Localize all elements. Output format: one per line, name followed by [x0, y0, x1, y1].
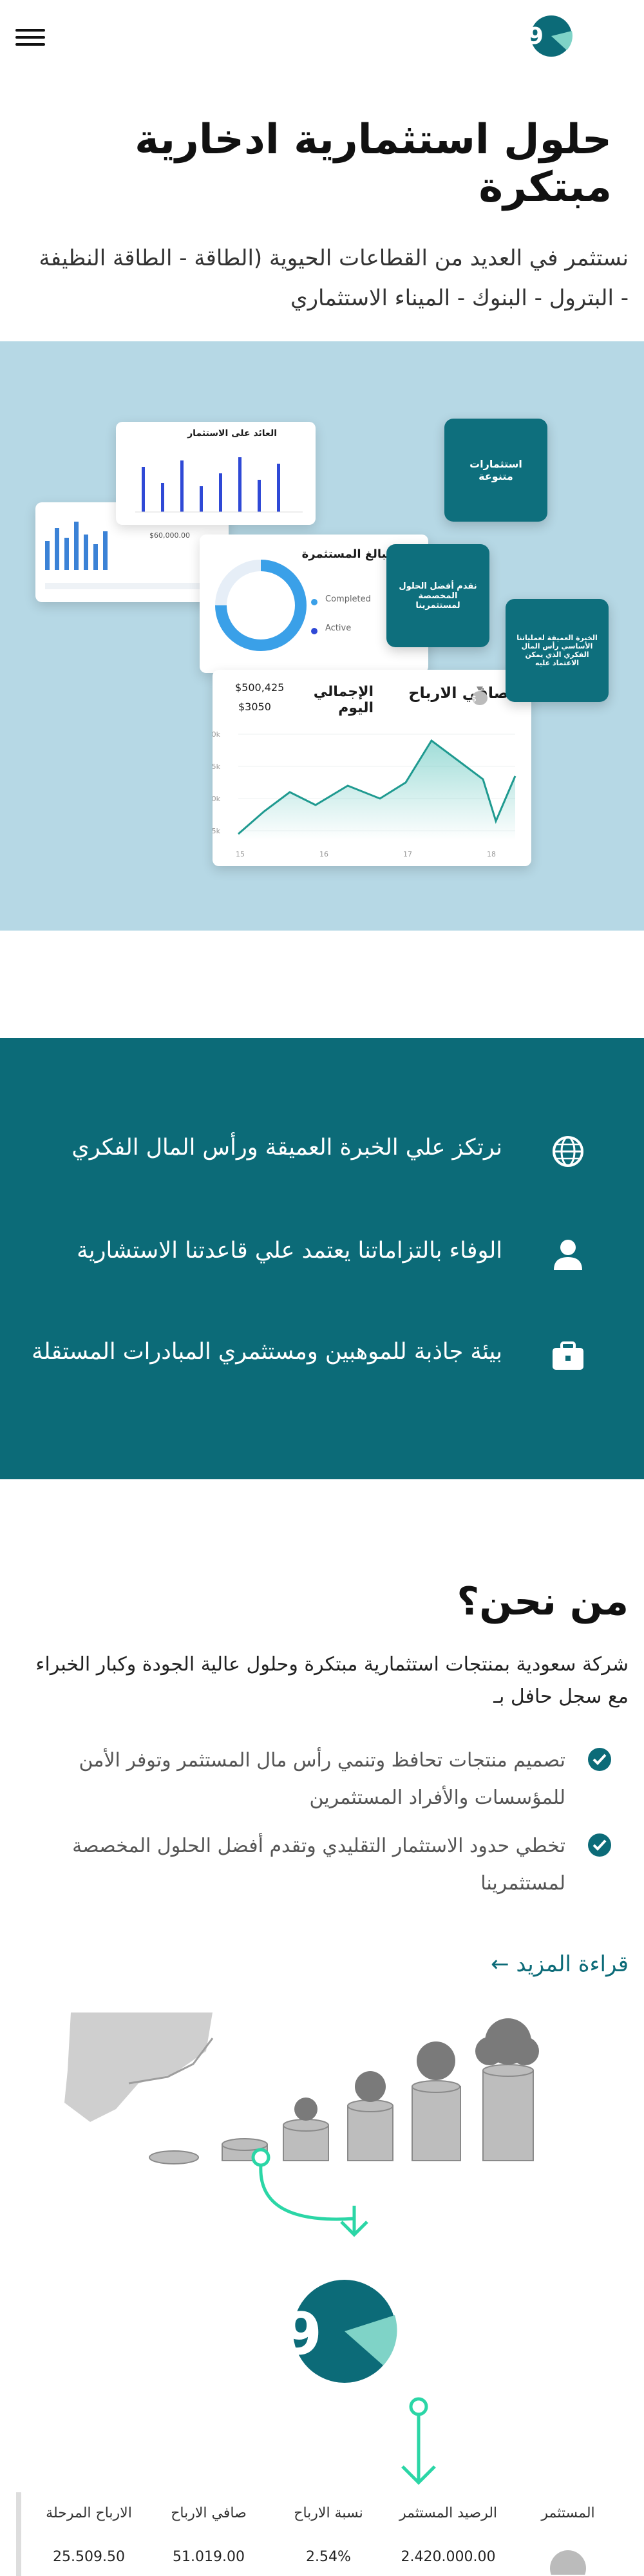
about-point-1-line2: للمؤسسات والأفراد المستثمرين [309, 1786, 565, 1809]
hero-title: حلول استثمارية ادخارية مبتكرة [135, 116, 612, 211]
about-point-1-line1: تصميم منتجات تحافظ وتنمي رأس مال المستثم… [79, 1749, 565, 1772]
savings-illustration: 9 [0, 2012, 644, 2576]
about-desc-line1: شركة سعودية بمنتجات استثمارية مبتكرة وحل… [35, 1653, 629, 1676]
table-header-cell: الارباح المرحلة [46, 2505, 132, 2521]
y-tick-2: 15k [213, 762, 221, 771]
best-solutions-card: نقدم أفضل الحلول المخصصة لمستثمرينا [386, 544, 489, 647]
expertise-text: الخبرة العميقة لعملياتنا الأساسي رأس الم… [516, 634, 598, 667]
svg-text:$: $ [471, 694, 477, 703]
feature-item-3: بيئة جاذبة للموهبين ومستثمري المبادرات ا… [32, 1331, 612, 1383]
total-today-value2: $3050 [238, 701, 271, 713]
table-header: المستثمر الرصيد المستثمر نسبة الارباح صا… [29, 2505, 628, 2521]
y-tick-3: 10k [213, 795, 221, 803]
table-cell: 2.54% [306, 2549, 351, 2565]
about-desc-line2: مع سجل حافل بـ [493, 1685, 629, 1708]
net-profit-label: صافي الارباح [408, 684, 509, 702]
features-section: نرتكز علي الخبرة العميقة ورأس المال الفك… [0, 1038, 644, 1479]
table-header-cell: صافي الارباح [171, 2505, 247, 2521]
about-description: شركة سعودية بمنتجات استثمارية مبتكرة وحل… [10, 1649, 629, 1713]
hero-subtitle: نستثمر في العديد من القطاعات الحيوية (ال… [10, 238, 629, 318]
investment-return-title: العائد على الاستثمار [187, 428, 277, 439]
y-tick-1: 20k [213, 730, 221, 739]
x-tick-2: 16 [319, 850, 328, 858]
best-solutions-text: نقدم أفضل الحلول المخصصة لمستثمرينا [399, 581, 477, 611]
check-circle-icon [588, 1748, 611, 1771]
investment-return-card: العائد على الاستثمار [116, 422, 316, 525]
table-header-cell: نسبة الارباح [294, 2505, 363, 2521]
about-point-1: تصميم منتجات تحافظ وتنمي رأس مال المستثم… [19, 1742, 612, 1817]
globe-icon [553, 1136, 583, 1167]
table-header-cell: الرصيد المستثمر [399, 2505, 498, 2521]
hero-subtitle-line1: نستثمر في العديد من القطاعات الحيوية (ال… [39, 245, 629, 271]
about-point-2-line1: تخطي حدود الاستثمار التقليدي وتقدم أفضل … [72, 1835, 565, 1857]
diverse-investments-text: استثمارات متنوعة [469, 458, 522, 482]
about-title: من نحن؟ [457, 1579, 629, 1624]
x-tick-4: 18 [487, 850, 496, 858]
check-circle-icon [588, 1833, 611, 1857]
hero-illustration: $60,000.00 العائد على الاستثمار المبالغ … [0, 341, 644, 931]
x-tick-1: 15 [236, 850, 245, 858]
brand-logo-icon[interactable]: 9 [529, 14, 573, 58]
gauge-value: $60,000.00 [149, 531, 190, 540]
hero-subtitle-line2: - البترول - البنوك - الميناء الاستثماري [290, 285, 629, 311]
svg-text:9: 9 [281, 2300, 322, 2368]
coins-growth-illustration: 9 [64, 2012, 539, 2485]
briefcase-icon [553, 1341, 583, 1370]
table-header-cell: المستثمر [541, 2505, 595, 2521]
site-header: 9 [0, 0, 644, 77]
total-today-label: الإجمالي اليوم [313, 684, 374, 716]
about-point-2: تخطي حدود الاستثمار التقليدي وتقدم أفضل … [19, 1828, 612, 1902]
feature-text-3: بيئة جاذبة للموهبين ومستثمري المبادرات ا… [32, 1339, 502, 1365]
feature-text-2: الوفاء بالتزاماتنا يعتمد علي قاعدتنا الا… [77, 1238, 502, 1264]
about-point-2-line2: لمستثمرينا [480, 1872, 565, 1895]
y-tick-4: 5k [213, 827, 221, 835]
table-cell: 2.420.000.00 [401, 2549, 496, 2565]
read-more-link[interactable]: قراءة المزيد ← [491, 1951, 629, 1977]
expertise-card: الخبرة العميقة لعملياتنا الأساسي رأس الم… [506, 599, 609, 702]
avatar-icon [550, 2550, 586, 2576]
diverse-investments-card: استثمارات متنوعة [444, 419, 547, 522]
investor-avatar-cell [508, 2549, 628, 2576]
feature-text-1: نرتكز علي الخبرة العميقة ورأس المال الفك… [71, 1135, 502, 1160]
legend-completed: Completed [325, 594, 371, 604]
hamburger-icon[interactable] [15, 24, 45, 50]
x-tick-3: 17 [403, 850, 412, 858]
feature-item-2: الوفاء بالتزاماتنا يعتمد علي قاعدتنا الا… [32, 1230, 612, 1282]
profit-area-card: صافي الارباح الإجمالي اليوم $500,425 $30… [207, 670, 531, 866]
investors-table: المستثمر الرصيد المستثمر نسبة الارباح صا… [16, 2492, 628, 2576]
table-row: 2.420.000.00 2.54% 51.019.00 25.509.50 [29, 2549, 628, 2576]
money-bag-icon: $ [471, 687, 488, 705]
user-icon [554, 1240, 582, 1270]
table-cell: 51.019.00 [173, 2549, 245, 2565]
total-today-value1: $500,425 [235, 681, 285, 694]
feature-item-1: نرتكز علي الخبرة العميقة ورأس المال الفك… [32, 1127, 612, 1179]
svg-text:9: 9 [529, 23, 544, 50]
table-cell: 25.509.50 [53, 2549, 125, 2565]
legend-active: Active [325, 623, 352, 633]
